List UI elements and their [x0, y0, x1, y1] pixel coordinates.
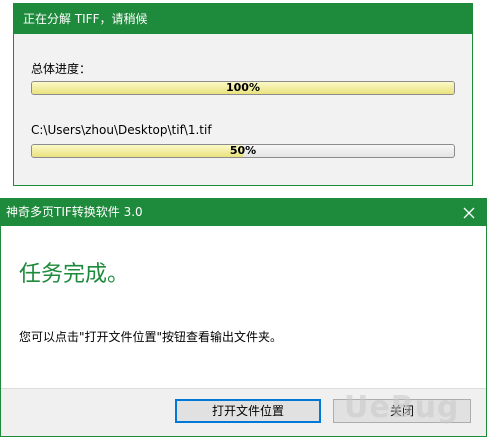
dialog-titlebar: 神奇多页TIF转换软件 3.0	[1, 199, 486, 226]
screenshot-canvas: 正在分解 TIFF，请稍候 总体进度： 100% C:\Users\zhou\D…	[0, 0, 490, 439]
file-progress-bar: 50%	[31, 144, 455, 158]
current-file-path: C:\Users\zhou\Desktop\tif\1.tif	[31, 123, 212, 137]
progress-window: 正在分解 TIFF，请稍候 总体进度： 100% C:\Users\zhou\D…	[13, 3, 473, 186]
close-button[interactable]: 关闭	[333, 399, 471, 423]
dialog-close-button[interactable]	[452, 199, 486, 226]
close-icon	[463, 207, 475, 218]
dialog-body: 任务完成。 您可以点击"打开文件位置"按钮查看输出文件夹。	[1, 226, 486, 389]
file-progress-text: 50%	[229, 144, 257, 157]
overall-progress-bar: 100%	[31, 81, 455, 95]
overall-progress-text: 100%	[226, 81, 260, 94]
overall-progress-label: 总体进度：	[31, 62, 92, 76]
dialog-heading: 任务完成。	[19, 262, 130, 287]
dialog-message: 您可以点击"打开文件位置"按钮查看输出文件夹。	[19, 330, 283, 344]
dialog-footer: 打开文件位置 关闭	[1, 388, 486, 436]
dialog-title: 神奇多页TIF转换软件 3.0	[6, 205, 143, 219]
completion-dialog: 神奇多页TIF转换软件 3.0 任务完成。 您可以点击"打开文件位置"按钮查看输…	[0, 198, 487, 437]
open-file-location-button[interactable]: 打开文件位置	[175, 399, 321, 423]
progress-window-title: 正在分解 TIFF，请稍候	[14, 4, 472, 34]
